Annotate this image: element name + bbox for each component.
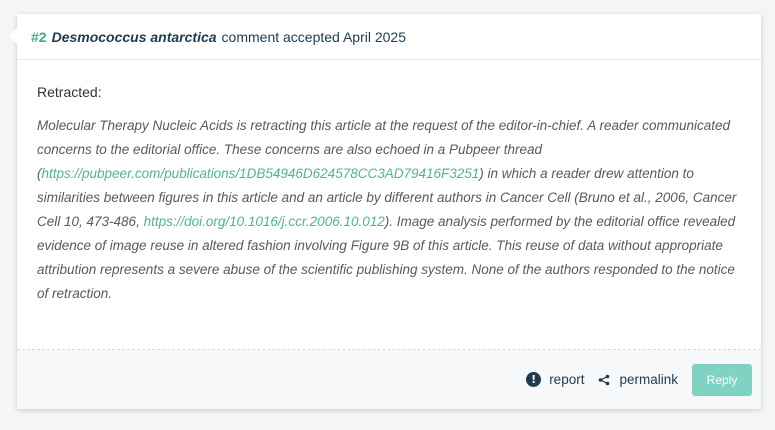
card-notch: [9, 28, 17, 44]
body-text: Molecular Therapy Nucleic Acids is retra…: [37, 114, 741, 306]
comment-body: Retracted: Molecular Therapy Nucleic Aci…: [17, 60, 761, 350]
body-heading: Retracted:: [37, 84, 102, 100]
exclamation-circle-icon: !: [526, 372, 542, 387]
comment-status: comment accepted April 2025: [221, 28, 406, 45]
comment-number: #2: [31, 28, 47, 45]
report-label: report: [549, 372, 585, 387]
pubpeer-link[interactable]: https://pubpeer.com/publications/1DB5494…: [42, 166, 480, 181]
comment-card: #2 Desmococcus antarctica comment accept…: [9, 14, 761, 409]
report-action[interactable]: ! report: [526, 372, 584, 387]
comment-header: #2 Desmococcus antarctica comment accept…: [17, 14, 761, 60]
permalink-action[interactable]: permalink: [598, 372, 678, 387]
reply-button[interactable]: Reply: [692, 363, 752, 396]
doi-link[interactable]: https://doi.org/10.1016/j.ccr.2006.10.01…: [144, 214, 385, 229]
comment-footer: ! report permalink Reply: [17, 350, 761, 409]
share-icon: [599, 374, 610, 385]
permalink-label: permalink: [619, 372, 678, 387]
species-name: Desmococcus antarctica: [51, 28, 217, 45]
